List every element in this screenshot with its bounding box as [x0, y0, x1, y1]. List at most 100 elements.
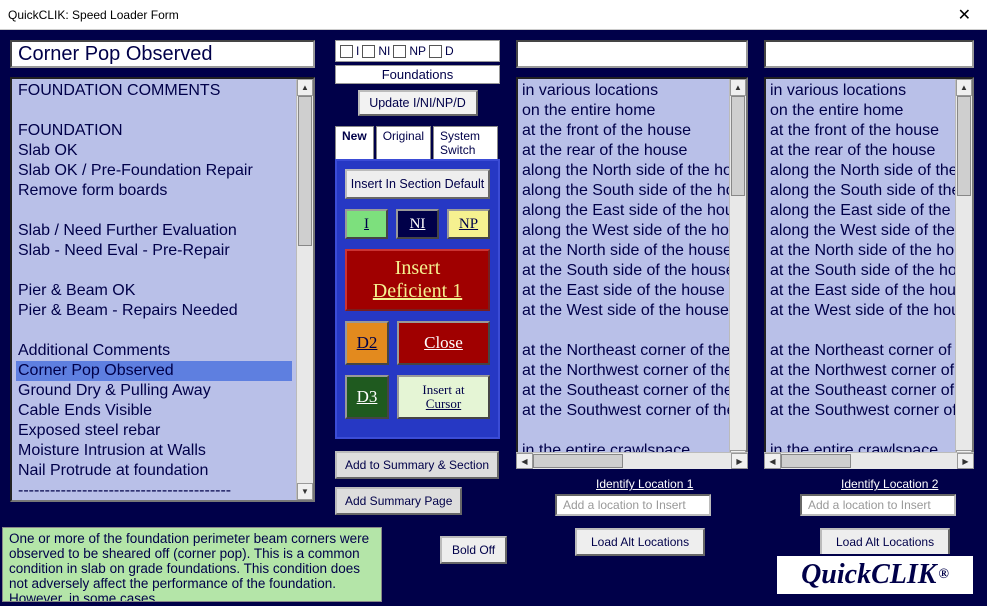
list-item[interactable]: on the entire home — [770, 101, 951, 121]
list-item[interactable]: along the North side of the house — [522, 161, 725, 181]
scroll-right-icon[interactable]: ▶ — [731, 453, 748, 469]
insert-i-button[interactable]: I — [345, 209, 388, 239]
list-item[interactable] — [770, 421, 951, 441]
list-item[interactable]: along the North side of the house — [770, 161, 951, 181]
list-item[interactable]: Pier & Beam - Repairs Needed — [16, 301, 292, 321]
checkbox-ni[interactable] — [362, 45, 375, 58]
list-item[interactable]: along the East side of the house — [522, 201, 725, 221]
list-item[interactable]: at the West side of the house — [770, 301, 951, 321]
list-item[interactable]: along the West side of the house — [522, 221, 725, 241]
list-item[interactable]: at the South side of the house — [522, 261, 725, 281]
tab-original[interactable]: Original — [376, 126, 431, 159]
scroll-thumb[interactable] — [731, 96, 745, 196]
list-item[interactable]: Slab OK / Pre-Foundation Repair — [16, 161, 292, 181]
hscroll-thumb[interactable] — [533, 454, 623, 468]
d3-button[interactable]: D3 — [345, 375, 389, 419]
list-item[interactable]: at the East side of the house — [522, 281, 725, 301]
list-item[interactable]: at the North side of the house — [522, 241, 725, 261]
list-item[interactable]: at the South side of the house — [770, 261, 951, 281]
scroll-left-icon[interactable]: ◀ — [516, 453, 533, 469]
list-item[interactable]: at the Northwest corner of the — [770, 361, 951, 381]
list-item[interactable]: at the front of the house — [770, 121, 951, 141]
list-item[interactable]: at the West side of the house — [522, 301, 725, 321]
location1-input[interactable]: Add a location to Insert — [555, 494, 711, 516]
loc1-hscroll[interactable]: ◀ ▶ — [516, 452, 748, 469]
list-item[interactable]: Cable Ends Visible — [16, 401, 292, 421]
scroll-thumb[interactable] — [957, 96, 971, 196]
list-item[interactable]: at the East side of the house — [770, 281, 951, 301]
list-item[interactable] — [522, 321, 725, 341]
listbox-scrollbar[interactable]: ▲ ▼ — [296, 79, 313, 500]
update-flags-button[interactable]: Update I/NI/NP/D — [358, 90, 478, 116]
load-alt-locations-1-button[interactable]: Load Alt Locations — [575, 528, 705, 556]
list-item[interactable]: at the rear of the house — [522, 141, 725, 161]
checkbox-d[interactable] — [429, 45, 442, 58]
list-item[interactable]: Nail Protrude at foundation — [16, 461, 292, 481]
list-item[interactable]: at the Southeast corner of the — [770, 381, 951, 401]
location-list-1[interactable]: in various locationson the entire homeat… — [516, 77, 748, 469]
scroll-up-icon[interactable]: ▲ — [956, 79, 972, 96]
list-item[interactable]: at the Northwest corner of the — [522, 361, 725, 381]
list-item[interactable]: along the East side of the house — [770, 201, 951, 221]
close-button[interactable]: Close — [397, 321, 490, 365]
insert-section-default-button[interactable]: Insert In Section Default — [345, 169, 490, 199]
insert-deficient-button[interactable]: Insert Deficient 1 — [345, 249, 490, 311]
d2-button[interactable]: D2 — [345, 321, 389, 365]
list-item[interactable]: at the North side of the house — [770, 241, 951, 261]
list-item[interactable]: Slab / Need Further Evaluation — [16, 221, 292, 241]
location2-input[interactable]: Add a location to Insert — [800, 494, 956, 516]
list-item[interactable] — [16, 321, 292, 341]
list-item[interactable]: along the South side of the house — [522, 181, 725, 201]
location1-header-input[interactable] — [516, 40, 748, 68]
list-item[interactable]: at the Southeast corner of the — [522, 381, 725, 401]
list-item[interactable]: at the Northeast corner of the — [522, 341, 725, 361]
list-item[interactable]: Additional Comments — [16, 341, 292, 361]
list-item[interactable]: Corner Pop Observed — [16, 361, 292, 381]
list-item[interactable]: in various locations — [770, 81, 951, 101]
close-icon[interactable]: ✕ — [950, 5, 979, 25]
scroll-left-icon[interactable]: ◀ — [764, 453, 781, 469]
scroll-up-icon[interactable]: ▲ — [297, 79, 313, 96]
load-alt-locations-2-button[interactable]: Load Alt Locations — [820, 528, 950, 556]
list-item[interactable]: at the rear of the house — [770, 141, 951, 161]
insert-np-button[interactable]: NP — [447, 209, 490, 239]
scroll-thumb[interactable] — [298, 96, 312, 246]
comments-listbox[interactable]: FOUNDATION COMMENTSFOUNDATIONSlab OKSlab… — [10, 77, 315, 502]
bold-off-button[interactable]: Bold Off — [440, 536, 507, 564]
list-item[interactable]: Slab - Need Eval - Pre-Repair — [16, 241, 292, 261]
list-item[interactable]: Pier & Beam OK — [16, 281, 292, 301]
insert-at-cursor-button[interactable]: Insert at Cursor — [397, 375, 490, 419]
loc2-scrollbar[interactable]: ▲ ▼ — [955, 79, 972, 467]
list-item[interactable] — [16, 101, 292, 121]
list-item[interactable]: at the Southwest corner of the — [770, 401, 951, 421]
list-item[interactable]: at the Southwest corner of the — [522, 401, 725, 421]
list-item[interactable]: on the entire home — [522, 101, 725, 121]
list-item[interactable] — [16, 201, 292, 221]
list-item[interactable]: FOUNDATION COMMENTS — [16, 81, 292, 101]
location2-header-input[interactable] — [764, 40, 974, 68]
tab-new[interactable]: New — [335, 126, 374, 159]
insert-ni-button[interactable]: NI — [396, 209, 439, 239]
list-item[interactable]: Moisture Intrusion at Walls — [16, 441, 292, 461]
hscroll-thumb[interactable] — [781, 454, 851, 468]
add-summary-section-button[interactable]: Add to Summary & Section — [335, 451, 499, 479]
list-item[interactable]: at the Northeast corner of the — [770, 341, 951, 361]
list-item[interactable]: FOUNDATION — [16, 121, 292, 141]
checkbox-np[interactable] — [393, 45, 406, 58]
list-item[interactable]: Slab OK — [16, 141, 292, 161]
list-item[interactable]: at the front of the house — [522, 121, 725, 141]
list-item[interactable]: along the West side of the house — [770, 221, 951, 241]
list-item[interactable] — [770, 321, 951, 341]
list-item[interactable] — [16, 261, 292, 281]
scroll-up-icon[interactable]: ▲ — [730, 79, 746, 96]
tab-system-switch[interactable]: System Switch — [433, 126, 498, 159]
location-list-2[interactable]: in various locationson the entire homeat… — [764, 77, 974, 469]
list-item[interactable]: in various locations — [522, 81, 725, 101]
list-item[interactable] — [522, 421, 725, 441]
scroll-right-icon[interactable]: ▶ — [957, 453, 974, 469]
loc1-scrollbar[interactable]: ▲ ▼ — [729, 79, 746, 467]
list-item[interactable]: along the South side of the house — [770, 181, 951, 201]
list-item[interactable]: Remove form boards — [16, 181, 292, 201]
list-item[interactable]: Exposed steel rebar — [16, 421, 292, 441]
loc2-hscroll[interactable]: ◀ ▶ — [764, 452, 974, 469]
